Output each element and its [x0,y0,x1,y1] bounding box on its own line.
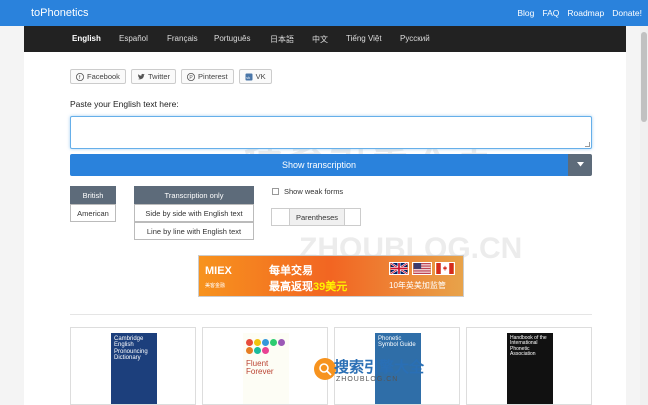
language-bar: English Español Français Português 日本語 中… [24,26,626,52]
main-content: 搜索引擎大全 ZHOUBLOG.CN f Facebook Twitter P … [24,52,626,405]
weak-forms-label: Show weak forms [284,187,344,196]
book-cover-image: Fluent Forever [243,333,289,404]
pinterest-icon: P [187,72,196,81]
parentheses-toggle: Parentheses [271,208,361,226]
svg-text:f: f [79,75,81,81]
ad-flags [389,262,455,275]
caret-down-icon [576,161,584,169]
social-buttons: f Facebook Twitter P Pinterest vk VK [70,69,272,84]
book-title: Fluent Forever [246,359,274,377]
weak-forms-checkbox[interactable] [272,188,279,195]
top-links: Blog FAQ Roadmap Donate! [517,8,642,18]
facebook-share-button[interactable]: f Facebook [70,69,126,84]
lang-espanol[interactable]: Español [119,34,148,43]
twitter-icon [137,73,145,81]
book-title: Handbook of the International Phonetic A… [510,335,547,357]
facebook-label: Facebook [87,72,120,81]
top-navbar: toPhonetics Blog FAQ Roadmap Donate! [0,0,648,26]
lang-vietnamese[interactable]: Tiếng Việt [346,34,382,43]
facebook-icon: f [76,72,84,81]
weak-forms-option[interactable]: Show weak forms [272,187,343,196]
pinterest-share-button[interactable]: P Pinterest [181,69,234,84]
canada-flag-icon [435,262,455,275]
watermark-badge: 搜索引擎大全 ZHOUBLOG.CN [314,354,424,390]
lang-francais[interactable]: Français [167,34,198,43]
book-card[interactable]: Cambridge English Pronouncing Dictionary [70,327,196,405]
line-by-line-option[interactable]: Line by line with English text [134,222,254,240]
ad-line3: 10年英美加监管 [389,281,446,290]
transcription-only-option[interactable]: Transcription only [134,186,254,204]
paste-label: Paste your English text here: [70,99,179,109]
book-cover-art [246,339,286,354]
uk-flag-icon [389,262,409,275]
lang-russian[interactable]: Русский [400,34,430,43]
lang-english[interactable]: English [72,34,101,43]
ad-brand-sub: 美客金融 [205,283,226,289]
site-brand[interactable]: toPhonetics [31,7,88,19]
american-option[interactable]: American [70,204,116,222]
pinterest-label: Pinterest [198,72,228,81]
book-cover-image: Handbook of the International Phonetic A… [507,333,553,404]
ad-line1: 每单交易 [269,265,313,277]
show-options-dropdown[interactable] [568,154,592,176]
output-mode-toggle: Transcription only Side by side with Eng… [134,186,254,240]
lang-chinese[interactable]: 中文 [312,34,328,45]
page-scrollbar[interactable] [640,26,648,405]
advertisement-banner[interactable]: MIEX 美客金融 每单交易 最高返现39美元 10年英美加监管 [198,255,464,297]
lang-portugues[interactable]: Português [214,34,250,43]
book-card[interactable]: Handbook of the International Phonetic A… [466,327,592,405]
lang-japanese[interactable]: 日本語 [270,34,294,45]
british-option[interactable]: British [70,186,116,204]
donate-link[interactable]: Donate! [612,8,642,18]
ad-line2: 最高返现39美元 [269,278,347,294]
scrollbar-thumb[interactable] [641,32,647,122]
accent-toggle: British American [70,186,116,222]
resize-handle-icon[interactable] [585,142,590,147]
watermark-badge-en: ZHOUBLOG.CN [336,376,399,383]
book-card[interactable]: Fluent Forever [202,327,328,405]
book-title: Phonetic Symbol Guide [378,336,416,349]
watermark-logo-icon [314,358,336,380]
svg-text:vk: vk [246,74,250,79]
ad-line2-prefix: 最高返现 [269,281,313,293]
roadmap-link[interactable]: Roadmap [567,8,604,18]
vk-label: VK [255,72,266,81]
vk-share-button[interactable]: vk VK [238,69,272,84]
side-by-side-option[interactable]: Side by side with English text [134,204,254,222]
text-input[interactable] [70,116,592,149]
ad-brand: MIEX [205,265,232,277]
section-divider [70,314,592,315]
us-flag-icon [412,262,432,275]
parentheses-option[interactable]: Parentheses [289,209,345,225]
vk-icon: vk [245,73,253,81]
show-transcription-button[interactable]: Show transcription [70,154,568,176]
ad-line2-amount: 39美元 [313,281,348,293]
twitter-label: Twitter [147,72,171,81]
watermark-badge-cn: 搜索引擎大全 [334,359,425,376]
book-title: Cambridge English Pronouncing Dictionary [114,336,148,361]
twitter-share-button[interactable]: Twitter [130,69,177,84]
faq-link[interactable]: FAQ [542,8,559,18]
book-cover-image: Cambridge English Pronouncing Dictionary [111,333,157,404]
blog-link[interactable]: Blog [517,8,534,18]
